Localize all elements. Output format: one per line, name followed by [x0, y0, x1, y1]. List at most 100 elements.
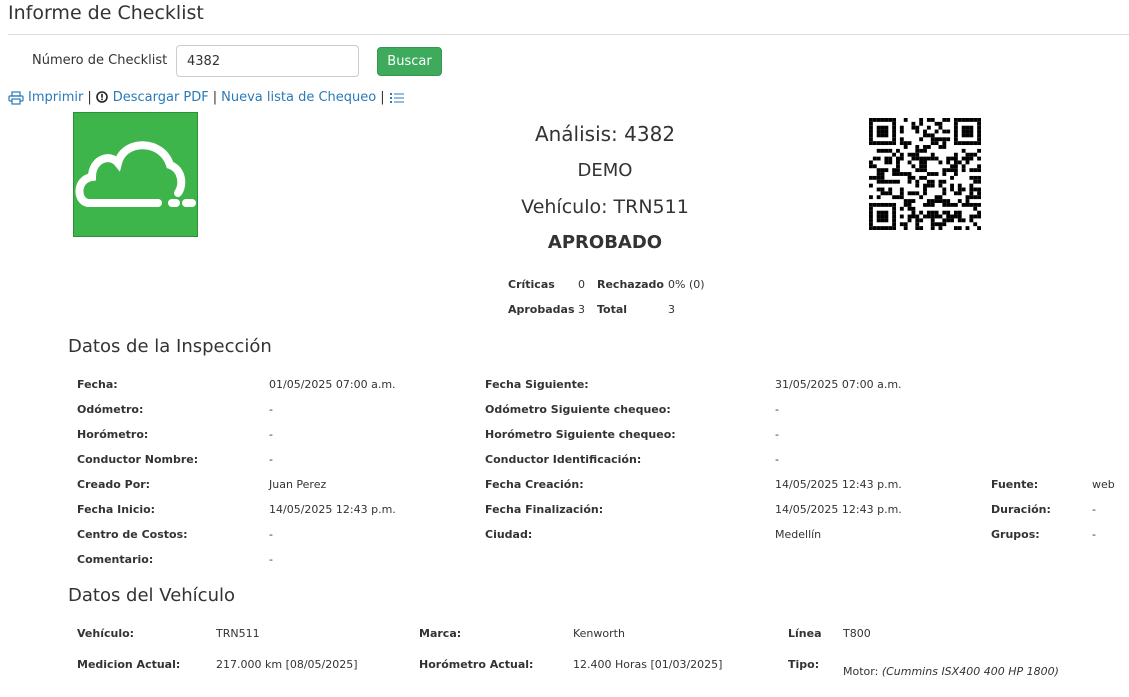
qr-module — [965, 125, 970, 130]
qr-module — [923, 145, 927, 149]
qr-module — [977, 179, 981, 184]
qr-module — [965, 160, 970, 165]
qr-module — [957, 199, 962, 203]
qr-module — [923, 202, 927, 207]
qr-module — [969, 129, 974, 134]
qr-module — [961, 168, 966, 173]
qr-module — [965, 129, 970, 134]
qr-module — [946, 160, 951, 165]
qr-module — [965, 226, 970, 230]
qr-module — [977, 195, 981, 200]
qr-module — [946, 202, 951, 207]
qr-module — [869, 206, 873, 211]
aprobadas-label: Aprobadas — [508, 303, 575, 316]
field-value: Kenworth — [573, 627, 625, 640]
status-badge: APROBADO — [547, 232, 663, 253]
qr-module — [892, 141, 897, 146]
qr-module — [880, 191, 885, 196]
qr-module — [961, 129, 966, 134]
qr-module — [953, 129, 958, 134]
qr-module — [911, 164, 916, 169]
field-value: - — [775, 428, 779, 441]
qr-module — [911, 152, 916, 157]
qr-module — [930, 214, 935, 219]
qr-module — [907, 206, 912, 211]
printer-icon[interactable] — [8, 90, 24, 105]
qr-module — [953, 125, 958, 130]
rechazado-value: 0% (0) — [668, 278, 705, 291]
qr-module — [903, 226, 908, 230]
qr-module — [930, 222, 935, 227]
qr-module — [977, 121, 981, 126]
qr-module — [965, 199, 970, 203]
qr-module — [907, 218, 912, 223]
qr-module — [969, 118, 974, 122]
field-label: Medicion Actual: — [77, 658, 181, 671]
qr-module — [919, 210, 924, 215]
qr-module — [876, 202, 881, 207]
qr-module — [926, 156, 931, 161]
qr-module — [930, 137, 935, 142]
qr-module — [884, 156, 889, 161]
qr-module — [903, 172, 908, 176]
qr-module — [872, 141, 877, 146]
qr-module — [892, 152, 897, 157]
criticas-value: 0 — [578, 278, 585, 291]
field-label: Horómetro: — [77, 428, 149, 441]
qr-module — [907, 199, 912, 203]
new-checklist-link[interactable]: Nueva lista de Chequeo — [221, 90, 376, 105]
field-label: Conductor Identificación: — [485, 453, 642, 466]
qr-module — [880, 179, 885, 184]
qr-module — [938, 222, 943, 227]
search-button[interactable]: Buscar — [377, 47, 442, 76]
qr-module — [934, 141, 939, 146]
qr-module — [884, 160, 889, 165]
alert-circle-icon — [95, 90, 109, 105]
qr-module — [876, 118, 881, 122]
qr-module — [930, 226, 935, 230]
qr-module — [888, 202, 893, 207]
qr-module — [961, 118, 966, 122]
qr-module — [950, 156, 954, 161]
qr-module — [961, 125, 966, 130]
field-value: 14/05/2025 12:43 p.m. — [775, 503, 902, 516]
qr-module — [953, 168, 958, 173]
qr-module — [899, 191, 904, 196]
qr-module — [926, 202, 931, 207]
qr-module — [950, 164, 954, 169]
checklist-number-input[interactable] — [176, 45, 359, 77]
qr-module — [934, 210, 939, 215]
qr-module — [892, 206, 897, 211]
qr-module — [930, 152, 935, 157]
field-label: Odómetro: — [77, 403, 144, 416]
list-icon[interactable] — [389, 91, 405, 105]
qr-module — [880, 175, 885, 180]
qr-module — [926, 172, 931, 176]
qr-module — [973, 118, 978, 122]
qr-module — [888, 191, 893, 196]
field-label: Odómetro Siguiente chequeo: — [485, 403, 671, 416]
page-title: Informe de Checklist — [8, 2, 204, 24]
qr-module — [938, 195, 943, 200]
qr-module — [934, 121, 939, 126]
qr-module — [888, 160, 893, 165]
qr-module — [977, 202, 981, 207]
qr-module — [957, 191, 962, 196]
qr-module — [953, 141, 958, 146]
qr-module — [957, 118, 962, 122]
print-link[interactable]: Imprimir — [28, 90, 83, 105]
qr-module — [930, 218, 935, 223]
qr-module — [973, 175, 978, 180]
qr-module — [934, 195, 939, 200]
qr-module — [892, 168, 897, 173]
qr-module — [938, 160, 943, 165]
qr-module — [930, 199, 935, 203]
qr-code-icon — [869, 118, 981, 230]
motor-label: Motor: — [843, 665, 879, 678]
download-pdf-link[interactable]: Descargar PDF — [113, 90, 209, 105]
qr-module — [926, 125, 931, 130]
qr-module — [977, 191, 981, 196]
qr-module — [892, 129, 897, 134]
qr-module — [880, 202, 885, 207]
qr-module — [961, 187, 966, 192]
